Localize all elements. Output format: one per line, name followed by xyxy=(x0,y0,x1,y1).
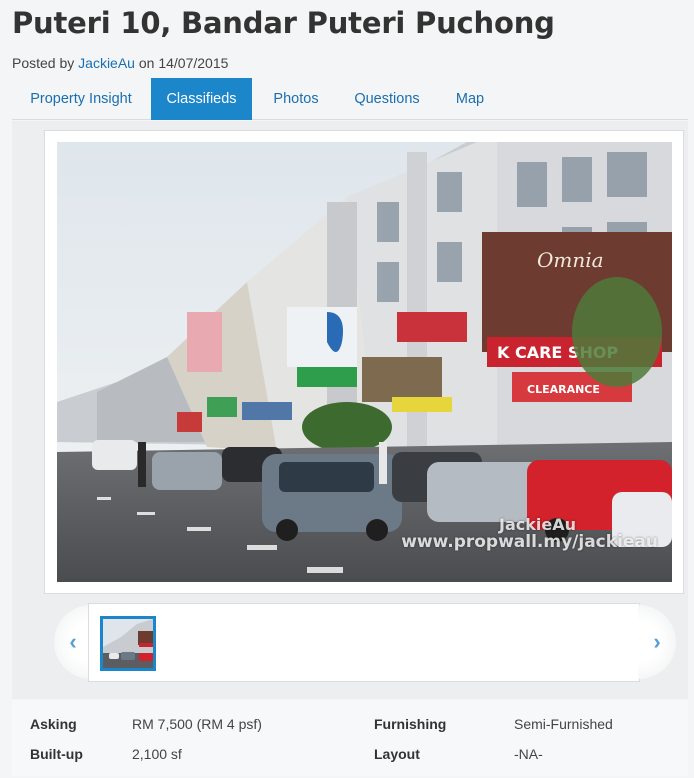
watermark-name: JackieAu xyxy=(499,514,576,534)
post-date: 14/07/2015 xyxy=(158,55,229,71)
sign-omnia: Omnia xyxy=(537,248,604,272)
watermark-url: www.propwall.my/jackieau xyxy=(401,532,658,553)
posted-by-label: Posted by xyxy=(12,55,75,71)
photo-watermark: JackieAu www.propwall.my/jackieau xyxy=(401,516,658,552)
builtup-value: 2,100 sf xyxy=(132,746,182,762)
sign-clearance: CLEARANCE xyxy=(527,383,600,396)
listing-meta: Posted by JackieAu on 14/07/2015 xyxy=(12,55,228,71)
tab-classifieds[interactable]: Classifieds xyxy=(151,78,252,120)
tab-questions[interactable]: Questions xyxy=(340,78,434,120)
furnishing-label: Furnishing xyxy=(374,716,447,732)
asking-label: Asking xyxy=(30,716,77,732)
chevron-left-icon: ‹ xyxy=(69,629,77,654)
page-title: Puteri 10, Bandar Puteri Puchong xyxy=(12,6,555,40)
tab-property-insight[interactable]: Property Insight xyxy=(12,78,150,120)
thumbnail-selected[interactable] xyxy=(100,616,156,671)
main-photo[interactable]: Omnia K CARE SHOP CLEARANCE JackieAu www… xyxy=(57,142,672,582)
thumbnail-strip xyxy=(88,603,640,682)
furnishing-value: Semi-Furnished xyxy=(514,716,613,732)
layout-value: -NA- xyxy=(514,746,543,762)
thumbnail-image xyxy=(103,619,153,668)
builtup-label: Built-up xyxy=(30,746,83,762)
main-photo-frame: Omnia K CARE SHOP CLEARANCE JackieAu www… xyxy=(44,130,684,594)
layout-label: Layout xyxy=(374,746,420,762)
author-link[interactable]: JackieAu xyxy=(78,55,135,71)
date-prefix: on xyxy=(138,55,155,71)
tab-map[interactable]: Map xyxy=(434,78,506,120)
chevron-right-icon: › xyxy=(653,629,661,654)
listing-tabs: Property Insight Classifieds Photos Ques… xyxy=(12,78,688,120)
asking-value: RM 7,500 (RM 4 psf) xyxy=(132,716,262,732)
listing-details: Asking RM 7,500 (RM 4 psf) Built-up 2,10… xyxy=(12,700,688,776)
tab-photos[interactable]: Photos xyxy=(252,78,340,120)
